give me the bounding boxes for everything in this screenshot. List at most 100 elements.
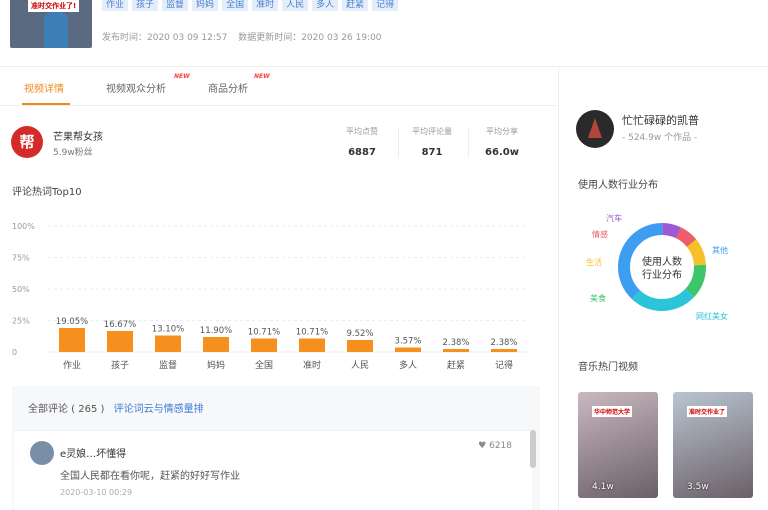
donut-legend-label: 网红美女 [696, 311, 728, 321]
bar-value-label: 10.71% [248, 328, 280, 338]
x-tick-label: 人民 [351, 360, 369, 371]
tag[interactable]: 监督 [162, 0, 189, 11]
top-video-thumbnail[interactable]: 准时交作业了! [10, 0, 92, 48]
x-tick-label: 监督 [159, 359, 177, 371]
bar[interactable] [203, 337, 229, 352]
bar[interactable] [299, 338, 325, 352]
x-tick-label: 准时 [303, 359, 321, 371]
comments-scrollbar[interactable] [530, 430, 536, 468]
update-time: 数据更新时间：2020 03 26 19:00 [238, 33, 382, 43]
tag[interactable]: 孩子 [132, 0, 159, 11]
donut-center-label: 使用人数 [642, 255, 682, 268]
bar-value-label: 13.10% [152, 324, 184, 334]
y-tick-label: 25% [12, 317, 30, 326]
bar[interactable] [107, 330, 133, 352]
x-tick-label: 妈妈 [207, 359, 225, 371]
hot-video-card[interactable]: 华中师范大学 4.1w [578, 392, 658, 498]
donut-center-label: 行业分布 [642, 268, 682, 281]
bar[interactable] [251, 338, 277, 352]
wordcloud-link[interactable]: 评论词云与情感量排 [114, 404, 204, 415]
hot-video-card[interactable]: 准时交作业了 3.5w [673, 392, 753, 498]
donut-legend-label: 生活 [586, 257, 602, 267]
tag[interactable]: 人民 [282, 0, 309, 11]
bar-value-label: 16.67% [104, 320, 136, 330]
bar-value-label: 2.38% [442, 338, 469, 348]
stat-value: 6887 [348, 147, 376, 158]
comment-likes: ♥ 6218 [478, 441, 512, 451]
video-views: 3.5w [687, 482, 709, 492]
comment-time: 2020-03-10 00:29 [60, 488, 133, 497]
tag[interactable]: 赶紧 [342, 0, 369, 11]
x-tick-label: 孩子 [111, 359, 129, 371]
industry-donut-chart: 使用人数行业分布 汽车情感生活美食网红美女 其他 [586, 213, 728, 321]
industry-distribution-title: 使用人数行业分布 [578, 180, 658, 191]
video-caption: 华中师范大学 [592, 406, 633, 417]
divider [468, 128, 469, 158]
divider [398, 128, 399, 158]
stat-value: 66.0w [485, 147, 519, 158]
tag[interactable]: 全国 [222, 0, 249, 11]
bar[interactable] [347, 340, 373, 352]
stat-label: 平均点赞 [346, 127, 378, 136]
divider [558, 68, 559, 510]
tag[interactable]: 作业 [102, 0, 129, 11]
comment-hotword-bar-chart: 100% 75% 50% 25% 0 19.05% 作业 16.67% 孩子 13.10% 监督 11… [12, 222, 528, 371]
x-tick-label: 赶紧 [447, 359, 465, 371]
tab-product-analysis[interactable]: 商品分析 NEW [208, 73, 270, 95]
bar[interactable] [395, 347, 421, 352]
music-creator-avatar[interactable] [576, 110, 614, 148]
commenter-avatar[interactable] [30, 441, 54, 465]
tab-video-detail[interactable]: 视频详情 [24, 80, 64, 95]
comment-text: 全国人民都在看你呢，赶紧的好好写作业 [60, 471, 240, 482]
bar[interactable] [443, 349, 469, 352]
bar[interactable] [491, 349, 517, 352]
bar-value-label: 2.38% [490, 338, 517, 348]
stat-avg-comments: 平均评论量 871 [402, 126, 462, 158]
x-tick-label: 多人 [399, 359, 417, 371]
tag[interactable]: 记得 [372, 0, 399, 11]
tab-label: 商品分析 [208, 84, 248, 95]
divider [0, 66, 768, 67]
x-tick-label: 记得 [495, 359, 513, 371]
bar[interactable] [155, 335, 181, 352]
thumbnail-figure [44, 12, 68, 48]
tab-label: 视频观众分析 [106, 84, 166, 95]
y-tick-label: 50% [12, 285, 30, 294]
publish-time: 发布时间：2020 03 09 12:57 [102, 33, 228, 43]
account-avatar[interactable]: 帮 [11, 126, 43, 158]
x-tick-label: 作业 [63, 359, 81, 371]
stat-label: 平均分享 [486, 127, 518, 136]
tag[interactable]: 妈妈 [192, 0, 219, 11]
donut-legend-label: 情感 [592, 229, 608, 239]
music-creator-name[interactable]: 忙忙碌碌的凯普 [622, 112, 699, 128]
comments-count: 全部评论 ( 265 ) [28, 404, 105, 415]
tab-audience-analysis[interactable]: 视频观众分析 NEW [106, 73, 190, 95]
stat-label: 平均评论量 [412, 127, 452, 136]
y-tick-label: 75% [12, 254, 30, 263]
bar-value-label: 9.52% [346, 329, 373, 339]
video-views: 4.1w [592, 482, 614, 492]
donut-legend-label: 美食 [590, 293, 606, 303]
hot-videos-title: 音乐热门视频 [578, 362, 638, 373]
donut-legend-label: 汽车 [606, 213, 622, 223]
stat-avg-shares: 平均分享 66.0w [472, 126, 532, 158]
likes-count: 6218 [489, 441, 512, 451]
tag[interactable]: 准时 [252, 0, 279, 11]
tag[interactable]: 多人 [312, 0, 339, 11]
account-name[interactable]: 芒果帮女孩 [53, 128, 103, 143]
time-info: 发布时间：2020 03 09 12:57 数据更新时间：2020 03 26 … [102, 30, 390, 43]
x-tick-label: 全国 [255, 359, 273, 371]
y-tick-label: 0 [12, 348, 17, 357]
y-tick-label: 100% [12, 222, 35, 231]
stat-value: 871 [421, 147, 443, 158]
new-badge: NEW [254, 73, 270, 80]
active-tab-indicator [22, 103, 70, 105]
bar-value-label: 19.05% [56, 317, 88, 327]
video-caption: 准时交作业了 [687, 406, 728, 417]
bar-value-label: 3.57% [394, 337, 421, 347]
music-creator-works: - 524.9w 个作品 - [622, 133, 698, 143]
bar[interactable] [59, 327, 85, 352]
heart-icon: ♥ [478, 441, 487, 451]
commenter-name[interactable]: e灵娘…坏懂得 [60, 445, 126, 460]
new-badge: NEW [174, 73, 190, 80]
